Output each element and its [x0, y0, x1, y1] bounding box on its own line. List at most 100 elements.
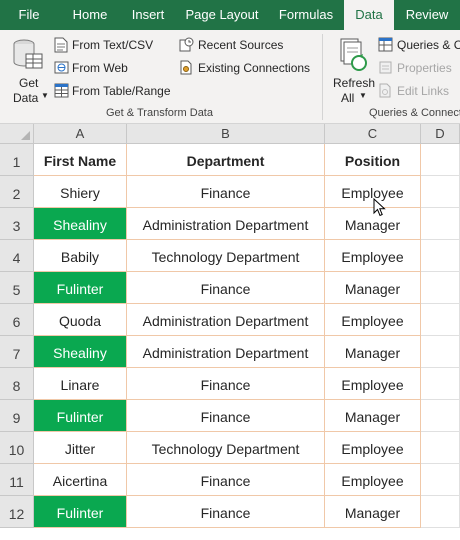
- cell-department[interactable]: Finance: [127, 464, 325, 496]
- cell-department[interactable]: Finance: [127, 400, 325, 432]
- existing-connections-button[interactable]: Existing Connections: [179, 59, 319, 77]
- cell-department[interactable]: Administration Department: [127, 336, 325, 368]
- cell-position[interactable]: Employee: [325, 240, 421, 272]
- cell-first-name[interactable]: Shealiny: [34, 336, 127, 368]
- cell-first-name[interactable]: Aicertina: [34, 464, 127, 496]
- cell-empty[interactable]: [421, 336, 460, 368]
- cell-empty[interactable]: [421, 144, 460, 176]
- cell-empty[interactable]: [421, 496, 460, 528]
- recent-sources-label: Recent Sources: [198, 38, 284, 52]
- cell-empty[interactable]: [421, 432, 460, 464]
- get-data-button[interactable]: Get Data ▼: [8, 34, 49, 105]
- cell-first-name[interactable]: Fulinter: [34, 496, 127, 528]
- web-icon: [54, 61, 69, 74]
- cell-first-name[interactable]: Linare: [34, 368, 127, 400]
- cell-department[interactable]: Finance: [127, 496, 325, 528]
- cell-first-name[interactable]: Quoda: [34, 304, 127, 336]
- row-header[interactable]: 1: [0, 144, 34, 176]
- row-header[interactable]: 4: [0, 240, 34, 272]
- group-label-get-transform: Get & Transform Data: [106, 107, 213, 119]
- cell-empty[interactable]: [421, 240, 460, 272]
- cell-position[interactable]: Manager: [325, 400, 421, 432]
- properties-button[interactable]: Properties: [378, 59, 460, 77]
- row-header[interactable]: 6: [0, 304, 34, 336]
- text-file-icon: [54, 37, 68, 53]
- row-header[interactable]: 2: [0, 176, 34, 208]
- row-header[interactable]: 12: [0, 496, 34, 528]
- existing-connections-icon: [180, 60, 192, 75]
- header-first-name[interactable]: First Name: [34, 144, 127, 176]
- cell-empty[interactable]: [421, 400, 460, 432]
- queries-connections-button[interactable]: Queries & Connections: [378, 36, 460, 54]
- column-header-a[interactable]: A: [34, 124, 127, 144]
- cell-first-name[interactable]: Fulinter: [34, 272, 127, 304]
- refresh-all-button[interactable]: Refresh All ▼: [330, 34, 375, 105]
- tab-page-layout[interactable]: Page Layout: [178, 0, 266, 30]
- cell-first-name[interactable]: Jitter: [34, 432, 127, 464]
- get-data-label-2: Data: [13, 91, 39, 105]
- cell-first-name[interactable]: Babily: [34, 240, 127, 272]
- cell-position[interactable]: Employee: [325, 368, 421, 400]
- cell-first-name[interactable]: Fulinter: [34, 400, 127, 432]
- recent-sources-button[interactable]: Recent Sources: [179, 36, 309, 54]
- edit-links-button[interactable]: Edit Links: [378, 82, 460, 100]
- cell-empty[interactable]: [421, 368, 460, 400]
- row-header[interactable]: 7: [0, 336, 34, 368]
- cell-position[interactable]: Manager: [325, 496, 421, 528]
- row-header[interactable]: 9: [0, 400, 34, 432]
- row-header[interactable]: 5: [0, 272, 34, 304]
- tab-data[interactable]: Data: [344, 0, 394, 30]
- cell-position[interactable]: Employee: [325, 304, 421, 336]
- row-header[interactable]: 11: [0, 464, 34, 496]
- table-icon: [54, 83, 69, 98]
- cell-department[interactable]: Technology Department: [127, 432, 325, 464]
- column-header-b[interactable]: B: [127, 124, 325, 144]
- refresh-label-2: All: [341, 91, 355, 105]
- cell-empty[interactable]: [421, 464, 460, 496]
- worksheet-grid: A B C D 1 First Name Department Position 2 Shiery…: [0, 124, 460, 540]
- tab-home[interactable]: Home: [62, 0, 118, 30]
- cell-position[interactable]: Manager: [325, 272, 421, 304]
- from-table-range-button[interactable]: From Table/Range: [54, 82, 174, 100]
- cell-department[interactable]: Finance: [127, 176, 325, 208]
- cell-department[interactable]: Technology Department: [127, 240, 325, 272]
- from-text-csv-label: From Text/CSV: [72, 38, 154, 52]
- cell-position[interactable]: Manager: [325, 336, 421, 368]
- tab-insert[interactable]: Insert: [122, 0, 174, 30]
- group-label-queries: Queries & Connections: [369, 107, 460, 119]
- tab-file[interactable]: File: [0, 0, 58, 30]
- cell-department[interactable]: Finance: [127, 272, 325, 304]
- edit-links-label: Edit Links: [397, 84, 450, 98]
- chevron-down-icon: ▼: [359, 91, 367, 100]
- cell-first-name[interactable]: Shealiny: [34, 208, 127, 240]
- from-text-csv-button[interactable]: From Text/CSV: [54, 36, 166, 54]
- refresh-icon: [340, 38, 367, 71]
- cell-empty[interactable]: [421, 176, 460, 208]
- from-web-label: From Web: [72, 61, 128, 75]
- database-table-icon: [13, 39, 43, 69]
- header-department[interactable]: Department: [127, 144, 325, 176]
- row-header[interactable]: 3: [0, 208, 34, 240]
- header-position[interactable]: Position: [325, 144, 421, 176]
- cell-department[interactable]: Administration Department: [127, 304, 325, 336]
- cell-empty[interactable]: [421, 304, 460, 336]
- cell-position[interactable]: Employee: [325, 432, 421, 464]
- cell-department[interactable]: Administration Department: [127, 208, 325, 240]
- cell-first-name[interactable]: Shiery: [34, 176, 127, 208]
- cell-position[interactable]: Employee: [325, 464, 421, 496]
- cell-empty[interactable]: [421, 208, 460, 240]
- cell-department[interactable]: Finance: [127, 368, 325, 400]
- from-web-button[interactable]: From Web: [54, 59, 166, 77]
- tab-formulas[interactable]: Formulas: [270, 0, 342, 30]
- column-header-c[interactable]: C: [325, 124, 421, 144]
- existing-connections-label: Existing Connections: [198, 61, 311, 75]
- ribbon-separator: [322, 34, 323, 120]
- from-table-range-label: From Table/Range: [72, 84, 171, 98]
- row-header[interactable]: 10: [0, 432, 34, 464]
- column-header-d[interactable]: D: [421, 124, 460, 144]
- select-all-corner[interactable]: [0, 124, 34, 144]
- properties-icon: [379, 61, 392, 74]
- row-header[interactable]: 8: [0, 368, 34, 400]
- tab-review[interactable]: Review: [396, 0, 458, 30]
- cell-empty[interactable]: [421, 272, 460, 304]
